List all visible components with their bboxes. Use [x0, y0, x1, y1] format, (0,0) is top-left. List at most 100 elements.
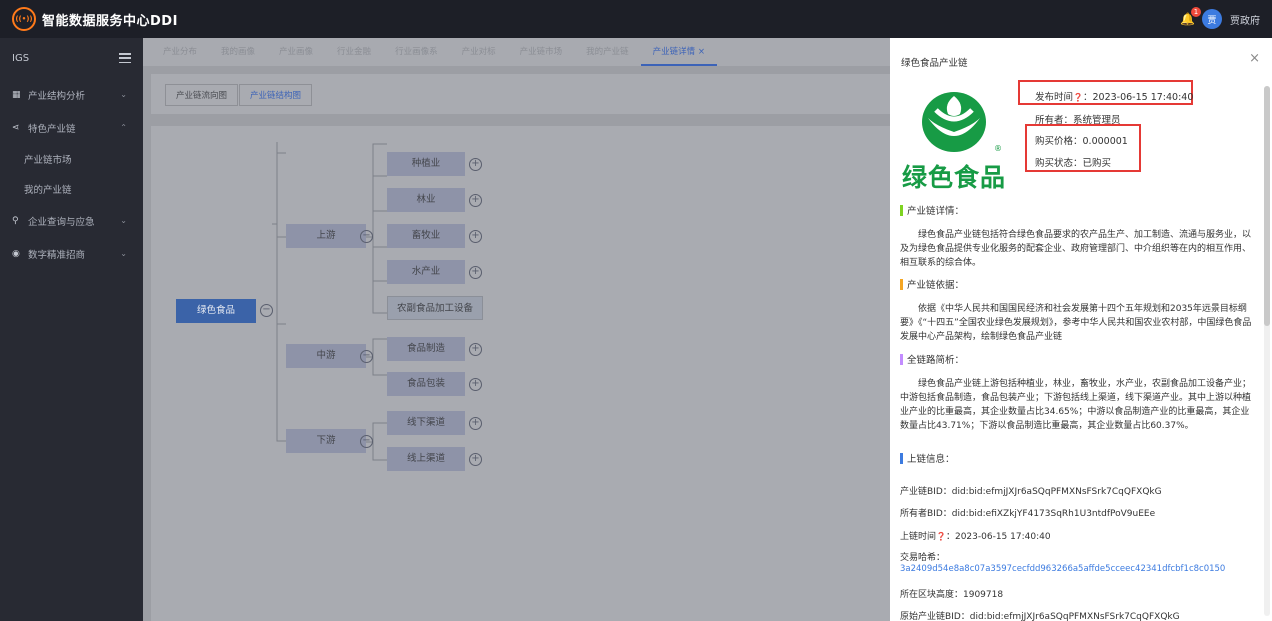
section-detail-title: 产业链详情： — [900, 203, 964, 217]
sidebar-title: IGS — [12, 52, 30, 64]
publish-time: 发布时间❓：2023-06-15 17:40:40 — [1035, 89, 1193, 103]
tab-industry-finance[interactable]: 行业金融 — [325, 38, 383, 66]
registered-mark: ® — [994, 144, 1002, 153]
section-detail-text: 绿色食品产业链包括符合绿色食品要求的农产品生产、加工制造、流通与服务业，以及为绿… — [900, 230, 1252, 268]
detail-drawer: 绿色食品产业链 × ® 绿色食品 发布时间❓：2023-06-15 17:40:… — [890, 38, 1272, 621]
purchase-status: 购买状态：已购买 — [1035, 158, 1112, 169]
green-food-emblem-icon — [922, 92, 986, 152]
signal-logo-icon: ((•)) — [12, 7, 36, 31]
target-icon: ◉ — [12, 248, 20, 259]
expand-icon[interactable]: + — [469, 417, 482, 430]
mindmap-leaf-offline-channel[interactable]: 线下渠道 — [387, 411, 465, 435]
menu-toggle-icon[interactable] — [119, 53, 131, 63]
collapse-icon[interactable]: − — [260, 304, 273, 317]
tab-industry-benchmark[interactable]: 产业对标 — [450, 38, 508, 66]
tx-hash-link[interactable]: 3a2409d54e8a8c07a3597cecfdd963266a5affde… — [900, 564, 1225, 574]
section-basis-text: 依据《中华人民共和国国民经济和社会发展第十四个五年规划和2035年远景目标纲要》… — [900, 304, 1252, 342]
user-name[interactable]: 贾政府 — [1230, 12, 1260, 27]
owner-bid: 所有者BID：did:bid:efiXZkjYF4173SqRh1U3ntdfP… — [900, 509, 1156, 519]
sidebar-item-investment[interactable]: ◉ 数字精准招商 ⌄ — [0, 237, 143, 270]
sidebar-item-industry-structure[interactable]: ▦ 产业结构分析 ⌄ — [0, 78, 143, 111]
brand-wordmark: 绿色食品 — [902, 163, 1007, 192]
mindmap-leaf-food-manufacturing[interactable]: 食品制造 — [387, 337, 465, 361]
subtab-structure-chart[interactable]: 产业链结构图 — [239, 84, 313, 106]
mindmap-leaf-husbandry[interactable]: 畜牧业 — [387, 224, 465, 248]
mindmap-leaf-processing-equipment[interactable]: 农副食品加工设备 — [387, 296, 483, 320]
top-bar: ((•)) 智能数据服务中心DDI 🔔 1 贾 贾政府 — [0, 0, 1272, 38]
expand-icon[interactable]: + — [469, 453, 482, 466]
expand-icon[interactable]: + — [469, 158, 482, 171]
expand-icon[interactable]: + — [469, 343, 482, 356]
sidebar: IGS ▦ 产业结构分析 ⌄ ⋖ 特色产业链 ⌃ 产业链市场 我的产业链 ⚲ 企… — [0, 38, 143, 621]
section-marker-icon — [900, 278, 903, 290]
close-icon[interactable]: × — [1249, 51, 1260, 66]
section-analysis-text: 绿色食品产业链上游包括种植业，林业，畜牧业，水产业，农副食品加工设备产业；中游包… — [900, 379, 1252, 431]
tab-industry-distribution[interactable]: 产业分布 — [151, 38, 209, 66]
sidebar-item-label: 特色产业链 — [28, 123, 76, 135]
mindmap-leaf-forestry[interactable]: 林业 — [387, 188, 465, 212]
sidebar-item-enterprise-query[interactable]: ⚲ 企业查询与应急 ⌄ — [0, 204, 143, 237]
help-icon[interactable]: ❓ — [1073, 93, 1083, 102]
sidebar-subitem-chain-market[interactable]: 产业链市场 — [0, 144, 143, 174]
publish-time-label: 发布时间 — [1035, 92, 1074, 103]
section-chain-title: 上链信息： — [900, 451, 955, 465]
green-food-logo: ® 绿色食品 — [902, 88, 1010, 192]
sidebar-item-label: 企业查询与应急 — [28, 216, 95, 228]
origin-chain-bid: 原始产业链BID：did:bid:efmjJXJr6aSQqPFMXNsFSrk… — [900, 612, 1180, 621]
drawer-title: 绿色食品产业链 — [901, 58, 968, 69]
section-marker-icon — [900, 353, 903, 365]
mindmap-connectors — [272, 142, 387, 461]
notification-bell-icon[interactable]: 🔔 1 — [1180, 7, 1201, 26]
sidebar-header: IGS — [0, 38, 143, 78]
mindmap-node-downstream[interactable]: 下游 — [286, 429, 366, 453]
expand-icon[interactable]: + — [469, 266, 482, 279]
collapse-icon[interactable]: − — [360, 350, 373, 363]
share-icon: ⋖ — [12, 122, 20, 133]
chain-bid: 产业链BID：did:bid:efmjJXJr6aSQqPFMXNsFSrk7C… — [900, 487, 1162, 497]
app-title: 智能数据服务中心DDI — [42, 13, 178, 29]
drawer-scrollbar-thumb[interactable] — [1264, 86, 1270, 326]
tab-industry-profile-system[interactable]: 行业画像系 — [383, 38, 450, 66]
mindmap-leaf-online-channel[interactable]: 线上渠道 — [387, 447, 465, 471]
mindmap-canvas: 绿色食品 − 上游 − 中游 − 下游 − 种植业 + 林业 + 畜牧业 + 水… — [151, 126, 890, 621]
mindmap-node-upstream[interactable]: 上游 — [286, 224, 366, 248]
purchase-price: 购买价格：0.000001 — [1035, 136, 1128, 147]
section-marker-icon — [900, 452, 903, 464]
chain-time: 上链时间❓：2023-06-15 17:40:40 — [900, 532, 1051, 542]
avatar[interactable]: 贾 — [1202, 9, 1222, 29]
tab-my-profile[interactable]: 我的画像 — [209, 38, 267, 66]
help-icon[interactable]: ❓ — [936, 532, 946, 541]
app-logo[interactable]: ((•)) 智能数据服务中心DDI — [12, 7, 178, 31]
chevron-down-icon: ⌄ — [120, 249, 127, 258]
section-analysis-title: 全链路简析： — [900, 352, 964, 366]
sidebar-item-featured-chain[interactable]: ⋖ 特色产业链 ⌃ — [0, 111, 143, 144]
sidebar-item-label: 数字精准招商 — [28, 249, 86, 261]
mindmap-leaf-planting[interactable]: 种植业 — [387, 152, 465, 176]
chevron-up-icon: ⌃ — [120, 123, 127, 132]
subtab-flow-chart[interactable]: 产业链流向图 — [165, 84, 239, 106]
section-marker-icon — [900, 204, 903, 216]
tab-chain-detail[interactable]: 产业链详情 × — [640, 38, 717, 66]
sidebar-item-label: 产业结构分析 — [28, 90, 86, 102]
expand-icon[interactable]: + — [469, 194, 482, 207]
mindmap-leaf-aquaculture[interactable]: 水产业 — [387, 260, 465, 284]
publish-time-value: ：2023-06-15 17:40:40 — [1082, 92, 1194, 103]
expand-icon[interactable]: + — [469, 378, 482, 391]
chevron-down-icon: ⌄ — [120, 216, 127, 225]
notification-badge: 1 — [1191, 7, 1201, 17]
subtab-bar: 产业链流向图 产业链结构图 — [151, 74, 890, 114]
mindmap-node-midstream[interactable]: 中游 — [286, 344, 366, 368]
main-content: 产业分布 我的画像 产业画像 行业金融 行业画像系 产业对标 产业链市场 我的产… — [143, 38, 890, 621]
sidebar-subitem-my-chain[interactable]: 我的产业链 — [0, 174, 143, 204]
grid-icon: ▦ — [12, 89, 21, 100]
tab-chain-market[interactable]: 产业链市场 — [508, 38, 575, 66]
tab-industry-profile[interactable]: 产业画像 — [267, 38, 325, 66]
mindmap-root-node[interactable]: 绿色食品 — [176, 299, 256, 323]
mindmap-leaf-food-packaging[interactable]: 食品包装 — [387, 372, 465, 396]
collapse-icon[interactable]: − — [360, 435, 373, 448]
collapse-icon[interactable]: − — [360, 230, 373, 243]
page-tabs: 产业分布 我的画像 产业画像 行业金融 行业画像系 产业对标 产业链市场 我的产… — [143, 38, 890, 66]
expand-icon[interactable]: + — [469, 230, 482, 243]
tab-my-chain[interactable]: 我的产业链 — [574, 38, 641, 66]
user-area: 🔔 1 贾 贾政府 — [1180, 0, 1260, 38]
